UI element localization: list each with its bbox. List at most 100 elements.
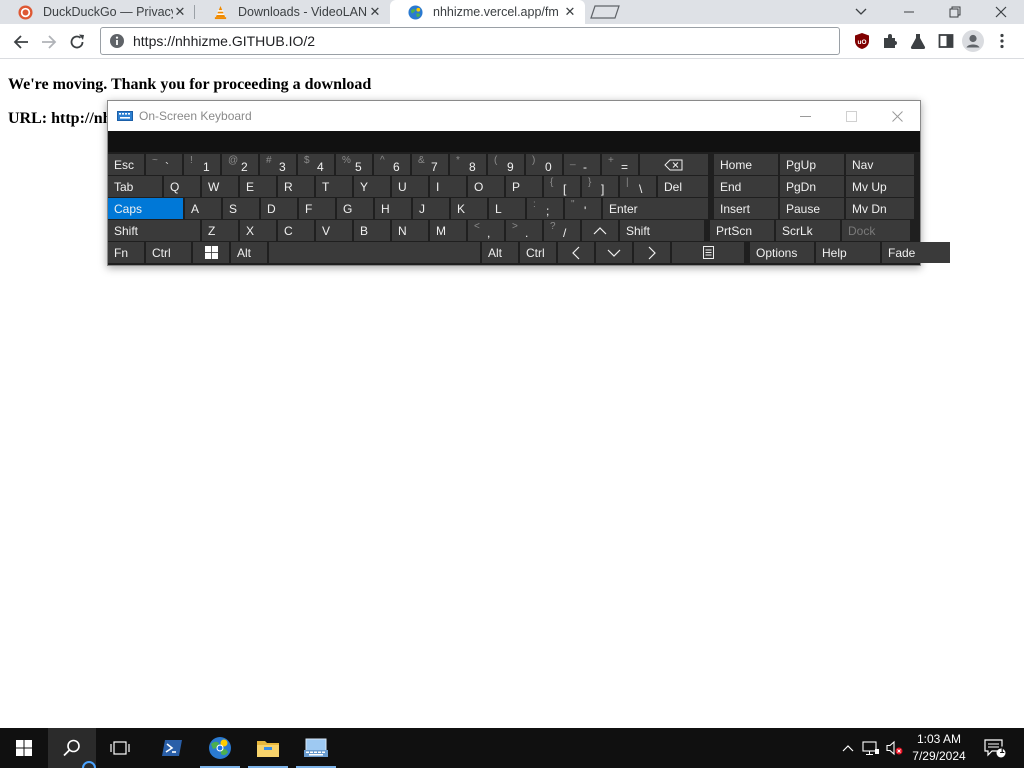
- minimize-button[interactable]: [886, 0, 932, 24]
- action-center-button[interactable]: 1: [983, 738, 1007, 758]
- task-view-button[interactable]: [96, 728, 144, 768]
- osk-key-mv-up[interactable]: Mv Up: [846, 176, 914, 197]
- osk-key-symbol[interactable]: @2: [222, 154, 258, 175]
- osk-key-symbol[interactable]: * 8: [450, 154, 486, 175]
- osk-key-r[interactable]: R: [278, 176, 314, 197]
- osk-key-mv-dn[interactable]: Mv Dn: [846, 198, 914, 219]
- close-tab-icon[interactable]: ✕: [368, 4, 382, 20]
- osk-key-symbol[interactable]: ) 0: [526, 154, 562, 175]
- menu-button[interactable]: [991, 30, 1013, 52]
- osk-key-symbol[interactable]: :;: [527, 198, 563, 219]
- osk-key-symbol[interactable]: ^ 6: [374, 154, 410, 175]
- osk-key-o[interactable]: O: [468, 176, 504, 197]
- osk-key-symbol[interactable]: % 5: [336, 154, 372, 175]
- osk-key-arrow-down[interactable]: [596, 242, 632, 263]
- taskbar-osk[interactable]: [292, 728, 340, 768]
- osk-key-symbol[interactable]: ~ `: [146, 154, 182, 175]
- tab-search-button[interactable]: [838, 0, 884, 24]
- osk-key-symbol[interactable]: {[: [544, 176, 580, 197]
- osk-key-home[interactable]: Home: [714, 154, 778, 175]
- tab-videolan[interactable]: Downloads - VideoLAN ✕: [195, 0, 390, 24]
- osk-key-m[interactable]: M: [430, 220, 466, 241]
- reload-button[interactable]: [63, 28, 91, 56]
- osk-key-pause[interactable]: Pause: [780, 198, 844, 219]
- osk-key-dock[interactable]: Dock: [842, 220, 910, 241]
- osk-key-l[interactable]: L: [489, 198, 525, 219]
- osk-key-arrow-right[interactable]: [634, 242, 670, 263]
- osk-key-scrlk[interactable]: ScrLk: [776, 220, 840, 241]
- osk-key-nav[interactable]: Nav: [846, 154, 914, 175]
- osk-key-x[interactable]: X: [240, 220, 276, 241]
- osk-key-symbol[interactable]: ! 1: [184, 154, 220, 175]
- osk-key-v[interactable]: V: [316, 220, 352, 241]
- osk-key-f[interactable]: F: [299, 198, 335, 219]
- osk-key-symbol[interactable]: + =: [602, 154, 638, 175]
- osk-key-a[interactable]: A: [185, 198, 221, 219]
- labs-button[interactable]: [907, 30, 929, 52]
- profile-button[interactable]: [962, 30, 984, 52]
- restore-button[interactable]: [932, 0, 978, 24]
- side-panel-button[interactable]: [935, 30, 957, 52]
- show-hidden-icons-button[interactable]: [838, 738, 858, 758]
- new-tab-button[interactable]: [585, 0, 625, 24]
- osk-key-caps[interactable]: Caps: [108, 198, 183, 219]
- taskbar-file-explorer[interactable]: [244, 728, 292, 768]
- osk-key-enter[interactable]: Enter: [603, 198, 708, 219]
- osk-key-e[interactable]: E: [240, 176, 276, 197]
- tab-nhhizme[interactable]: nhhizme.vercel.app/fm ✕: [390, 0, 585, 24]
- osk-key-j[interactable]: J: [413, 198, 449, 219]
- osk-key-k[interactable]: K: [451, 198, 487, 219]
- osk-key-alt[interactable]: Alt: [482, 242, 518, 263]
- osk-key-ctrl[interactable]: Ctrl: [146, 242, 191, 263]
- osk-key-prtscn[interactable]: PrtScn: [710, 220, 774, 241]
- osk-key-end[interactable]: End: [714, 176, 778, 197]
- osk-key-symbol[interactable]: }]: [582, 176, 618, 197]
- osk-key-b[interactable]: B: [354, 220, 390, 241]
- osk-key-pgdn[interactable]: PgDn: [780, 176, 844, 197]
- osk-key-symbol[interactable]: _ -: [564, 154, 600, 175]
- osk-key-del[interactable]: Del: [658, 176, 708, 197]
- osk-key-ctrl[interactable]: Ctrl: [520, 242, 556, 263]
- taskbar-powershell[interactable]: [148, 728, 196, 768]
- osk-minimize-button[interactable]: [782, 101, 828, 131]
- osk-title-bar[interactable]: On-Screen Keyboard: [108, 101, 920, 131]
- osk-key-s[interactable]: S: [223, 198, 259, 219]
- extensions-button[interactable]: [879, 30, 901, 52]
- osk-key-context-menu[interactable]: [672, 242, 744, 263]
- osk-key-insert[interactable]: Insert: [714, 198, 778, 219]
- osk-key-i[interactable]: I: [430, 176, 466, 197]
- osk-key-y[interactable]: Y: [354, 176, 390, 197]
- osk-key-shift[interactable]: Shift: [620, 220, 704, 241]
- forward-button[interactable]: [35, 28, 63, 56]
- site-info-icon[interactable]: [109, 33, 125, 49]
- osk-key-d[interactable]: D: [261, 198, 297, 219]
- start-button[interactable]: [0, 728, 48, 768]
- osk-key-symbol[interactable]: ? /: [544, 220, 580, 241]
- osk-key-fn[interactable]: Fn: [108, 242, 144, 263]
- osk-key-symbol[interactable]: " ': [565, 198, 601, 219]
- url-input[interactable]: [133, 33, 813, 49]
- osk-key-u[interactable]: U: [392, 176, 428, 197]
- osk-key-t[interactable]: T: [316, 176, 352, 197]
- taskbar-clock[interactable]: 1:03 AM 7/29/2024: [904, 731, 974, 765]
- osk-key-windows-logo[interactable]: [193, 242, 229, 263]
- osk-key-pgup[interactable]: PgUp: [780, 154, 844, 175]
- osk-key-w[interactable]: W: [202, 176, 238, 197]
- osk-key-arrow-up[interactable]: [582, 220, 618, 241]
- address-bar[interactable]: [100, 27, 840, 55]
- ublock-extension-button[interactable]: uO: [851, 30, 873, 52]
- volume-tray-button[interactable]: [884, 738, 904, 758]
- osk-key-options[interactable]: Options: [750, 242, 814, 263]
- taskbar-search-button[interactable]: [48, 728, 96, 768]
- osk-key-c[interactable]: C: [278, 220, 314, 241]
- taskbar-chrome[interactable]: [196, 728, 244, 768]
- osk-key-symbol[interactable]: #3: [260, 154, 296, 175]
- tab-duckduckgo[interactable]: DuckDuckGo — Privacy, simplified. ✕: [0, 0, 195, 24]
- osk-key-g[interactable]: G: [337, 198, 373, 219]
- osk-key-backspace[interactable]: [640, 154, 708, 175]
- osk-key-symbol[interactable]: (9: [488, 154, 524, 175]
- osk-key-symbol[interactable]: >.: [506, 220, 542, 241]
- close-tab-icon[interactable]: ✕: [563, 4, 577, 20]
- osk-key-tab[interactable]: Tab: [108, 176, 162, 197]
- osk-key-fade[interactable]: Fade: [882, 242, 950, 263]
